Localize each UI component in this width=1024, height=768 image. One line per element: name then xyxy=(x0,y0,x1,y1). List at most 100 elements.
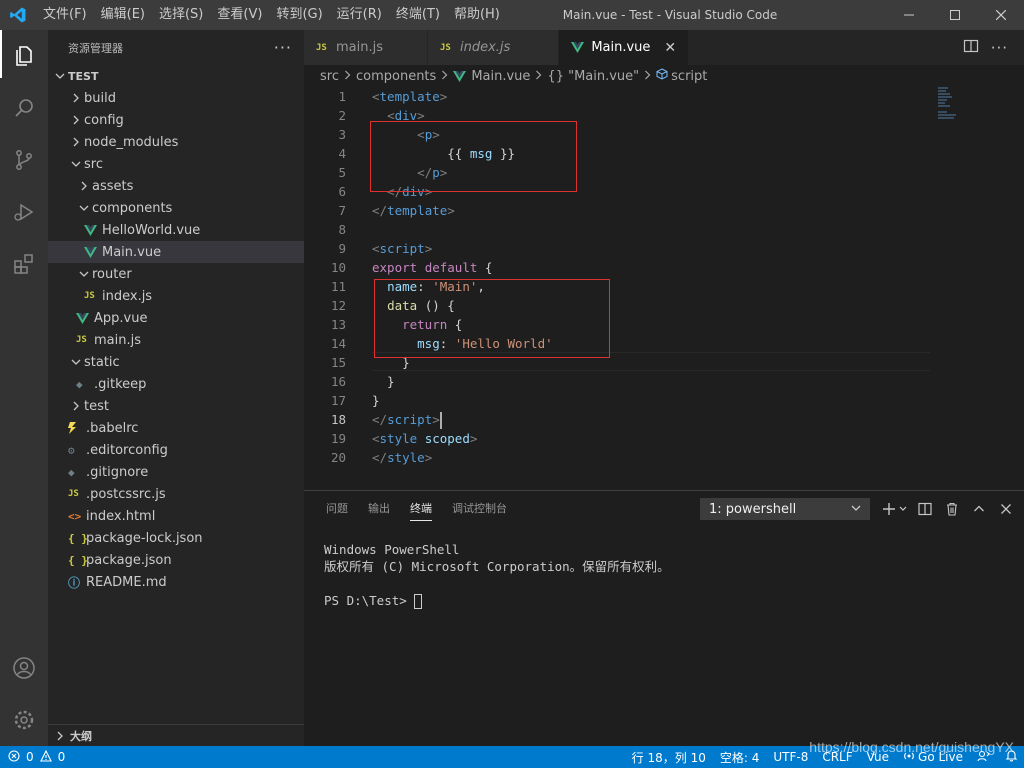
line-number: 7 xyxy=(338,203,346,218)
file-icon: ◆ xyxy=(68,465,75,479)
code-token: script xyxy=(387,412,433,427)
close-tab-icon[interactable]: ✕ xyxy=(664,40,676,56)
extensions-icon[interactable] xyxy=(0,238,48,290)
menu-item[interactable]: 终端(T) xyxy=(389,0,447,30)
tree-label: components xyxy=(92,200,173,216)
menu-item[interactable]: 文件(F) xyxy=(36,0,94,30)
chevron-down-icon[interactable] xyxy=(899,500,907,518)
folder-item[interactable]: src xyxy=(48,153,304,175)
explorer-icon[interactable] xyxy=(0,30,48,82)
vue-file-icon xyxy=(453,70,471,82)
search-icon[interactable] xyxy=(0,82,48,134)
file-item[interactable]: JS .postcssrc.js xyxy=(48,483,304,505)
minimize-button[interactable] xyxy=(886,0,932,30)
account-icon[interactable] xyxy=(0,642,48,694)
file-item[interactable]: { } package.json xyxy=(48,549,304,571)
file-item[interactable]: ◆ .gitkeep xyxy=(48,373,304,395)
file-item[interactable]: <> index.html xyxy=(48,505,304,527)
folder-item[interactable]: build xyxy=(48,87,304,109)
more-actions-icon[interactable]: ··· xyxy=(991,39,1008,57)
file-item[interactable]: ⚙ .editorconfig xyxy=(48,439,304,461)
folder-item[interactable]: config xyxy=(48,109,304,131)
code-token: > xyxy=(439,89,448,104)
js-file-icon: JS xyxy=(76,335,87,345)
file-item[interactable]: Main.vue xyxy=(48,241,304,263)
new-terminal-plus-icon[interactable] xyxy=(880,500,898,518)
file-item[interactable]: App.vue xyxy=(48,307,304,329)
trash-icon[interactable] xyxy=(943,500,961,518)
problems-status[interactable]: 0 0 xyxy=(0,749,65,765)
folder-item[interactable]: static xyxy=(48,351,304,373)
breadcrumb-item[interactable]: components xyxy=(356,69,436,84)
folder-item[interactable]: test xyxy=(48,395,304,417)
minimap[interactable] xyxy=(938,87,1010,147)
file-item[interactable]: JS index.js xyxy=(48,285,304,307)
editor-tab[interactable]: Main.vue ✕ xyxy=(559,30,690,65)
breadcrumb-item[interactable]: Main.vue xyxy=(471,69,530,84)
line-number: 18 xyxy=(330,412,346,427)
settings-gear-icon[interactable] xyxy=(0,694,48,746)
text-cursor xyxy=(439,412,442,429)
menu-item[interactable]: 编辑(E) xyxy=(94,0,152,30)
code-token: < xyxy=(372,431,380,446)
file-item[interactable]: HelloWorld.vue xyxy=(48,219,304,241)
tree-label: main.js xyxy=(94,332,141,348)
vscode-logo-icon xyxy=(0,0,36,30)
editor-tab[interactable]: JS main.js xyxy=(304,30,428,65)
menu-item[interactable]: 选择(S) xyxy=(152,0,210,30)
folder-item[interactable]: router xyxy=(48,263,304,285)
code-token: template xyxy=(387,203,448,218)
vue-file-icon xyxy=(571,42,591,53)
more-actions-icon[interactable]: ··· xyxy=(274,38,292,57)
file-item[interactable]: ◆ .gitignore xyxy=(48,461,304,483)
folder-item[interactable]: components xyxy=(48,197,304,219)
menu-item[interactable]: 帮助(H) xyxy=(447,0,507,30)
close-panel-icon[interactable] xyxy=(997,500,1015,518)
source-control-icon[interactable] xyxy=(0,134,48,186)
breadcrumb-item[interactable]: {} "Main.vue" xyxy=(547,69,639,84)
code-line: 18 </script> xyxy=(304,410,1024,429)
folder-item[interactable]: node_modules xyxy=(48,131,304,153)
code-line: 17} xyxy=(304,391,1024,410)
breadcrumb-item[interactable]: src xyxy=(320,69,339,84)
editor-tab[interactable]: JS index.js xyxy=(428,30,560,65)
maximize-panel-icon[interactable] xyxy=(970,500,988,518)
tab-label: Main.vue xyxy=(591,40,651,55)
line-number: 2 xyxy=(338,108,346,123)
menu-item[interactable]: 转到(G) xyxy=(269,0,329,30)
html-file-icon: <> xyxy=(68,509,82,523)
encoding[interactable]: UTF-8 xyxy=(773,750,808,764)
folder-item[interactable]: assets xyxy=(48,175,304,197)
maximize-button[interactable] xyxy=(932,0,978,30)
cursor-position[interactable]: 行 18，列 10 xyxy=(632,749,706,766)
code-line: 9 <script> xyxy=(304,239,1024,258)
code-token: < xyxy=(372,241,380,256)
code-token: style xyxy=(387,450,425,465)
split-editor-icon[interactable] xyxy=(963,38,979,58)
file-item[interactable]: { } package-lock.json xyxy=(48,527,304,549)
code-line: 10 export default { xyxy=(304,258,1024,277)
panel-tab[interactable]: 输出 xyxy=(358,491,400,527)
terminal-output[interactable]: Windows PowerShell 版权所有 (C) Microsoft Cor… xyxy=(324,541,670,609)
menu-item[interactable]: 运行(R) xyxy=(330,0,389,30)
indentation[interactable]: 空格: 4 xyxy=(720,749,760,766)
panel-tab[interactable]: 终端 xyxy=(400,491,442,527)
close-window-button[interactable] xyxy=(978,0,1024,30)
panel-tab[interactable]: 问题 xyxy=(316,491,358,527)
terminal-line: Windows PowerShell xyxy=(324,541,670,558)
folder-item[interactable]: TEST xyxy=(48,65,304,87)
run-debug-icon[interactable] xyxy=(0,186,48,238)
code-token: </ xyxy=(372,412,388,427)
split-terminal-icon[interactable] xyxy=(916,500,934,518)
outline-section[interactable]: 大纲 xyxy=(48,724,304,746)
panel-tab[interactable]: 调试控制台 xyxy=(442,491,517,527)
file-item[interactable]: JS main.js xyxy=(48,329,304,351)
file-item[interactable]: .babelrc xyxy=(48,417,304,439)
terminal-text: PS D:\Test> xyxy=(324,593,415,608)
file-item[interactable]: ⓘ README.md xyxy=(48,571,304,593)
breadcrumb-item[interactable]: script xyxy=(671,69,707,84)
terminal-select[interactable]: 1: powershell xyxy=(700,498,870,520)
chevron-right-icon xyxy=(344,70,351,83)
menu-item[interactable]: 查看(V) xyxy=(210,0,269,30)
breadcrumb: src components Main.vue {} "Main.vue" script xyxy=(304,65,1024,87)
